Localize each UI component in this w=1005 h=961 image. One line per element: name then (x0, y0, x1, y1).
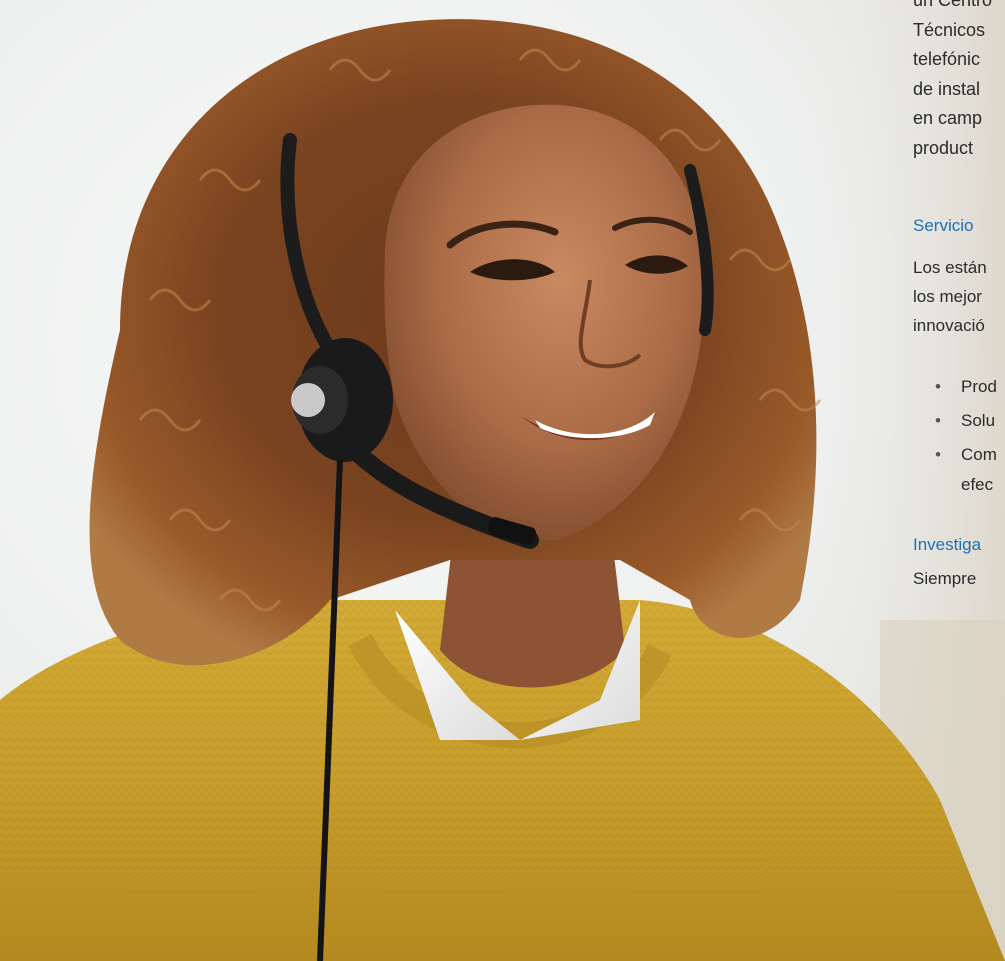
intro-line: de instal (913, 78, 981, 99)
investiga-heading: Investiga (913, 535, 982, 554)
bullet-dot-icon: • (935, 411, 941, 430)
bullet-item: • Solu (935, 406, 997, 436)
intro-line: Técnicos (913, 19, 986, 40)
page: un Centro Técnicos telefónic de instal e… (0, 0, 1005, 961)
bullet-dot-icon: • (935, 377, 941, 396)
bullet-text: Com (961, 445, 997, 464)
intro-line: telefónic (913, 49, 981, 69)
servicio-paragraph: Los están los mejor innovació (913, 253, 987, 340)
servicio-heading: Servicio (913, 216, 974, 235)
investiga-paragraph: Siempre (913, 569, 977, 588)
bullet-text: Solu (961, 411, 996, 430)
intro-paragraph: un Centro Técnicos telefónic de instal e… (913, 0, 992, 163)
bullet-item: • Prod (935, 372, 997, 402)
bullet-item: • Com efec (935, 440, 997, 500)
intro-line: en camp (913, 108, 983, 128)
bullet-dot-icon: • (935, 445, 941, 464)
bullet-text: Prod (961, 377, 997, 396)
servicio-line: Los están (913, 258, 987, 277)
intro-line: un Centro (913, 0, 993, 10)
servicio-line: innovació (913, 316, 985, 335)
support-agent-photo (0, 0, 1005, 961)
servicio-bullet-list: • Prod • Solu • Com efec (935, 372, 997, 504)
servicio-line: los mejor (913, 287, 982, 306)
intro-line: product (913, 137, 974, 158)
bullet-text-continuation: efec (961, 475, 994, 494)
